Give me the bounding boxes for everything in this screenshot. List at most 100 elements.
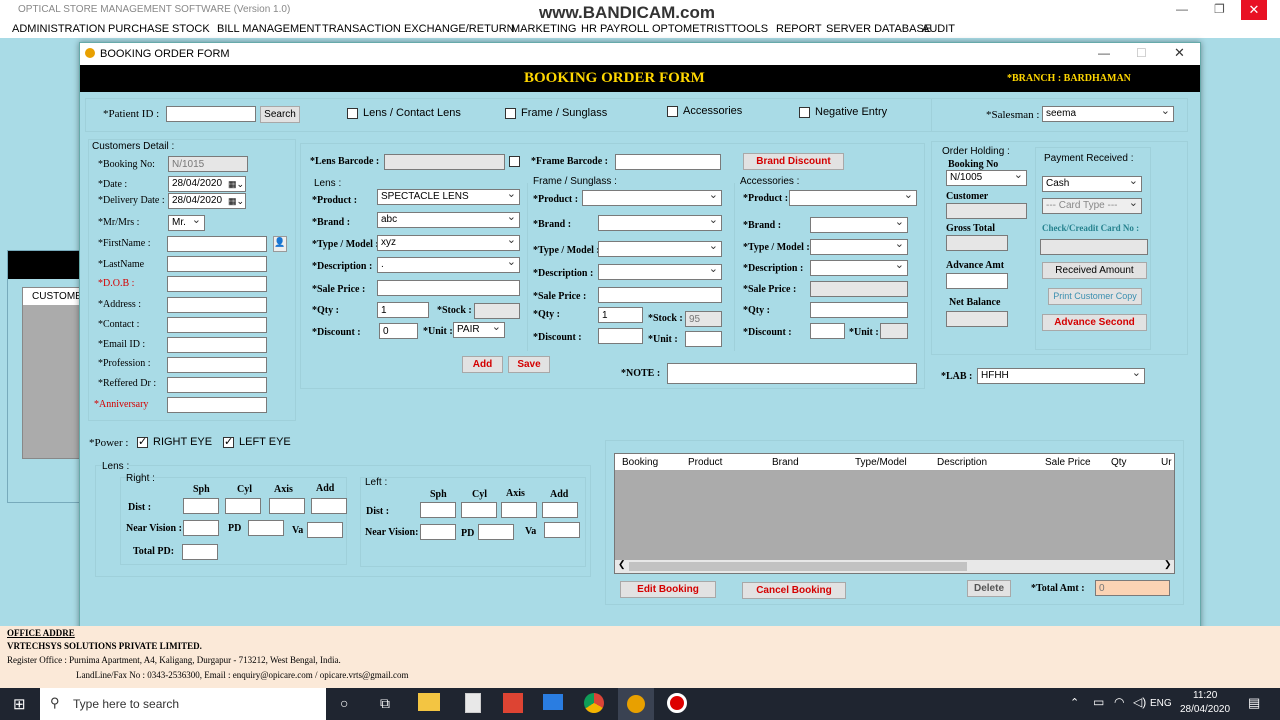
total-amt-input[interactable] (1095, 580, 1170, 596)
person-icon[interactable]: 👤 (273, 236, 287, 252)
menu-server-database[interactable]: SERVER DATABASE (826, 23, 931, 35)
col-brand[interactable]: Brand (772, 457, 799, 468)
frame-product-select[interactable] (582, 190, 722, 206)
col-unit[interactable]: Ur (1161, 457, 1172, 468)
title-select[interactable]: Mr. (168, 215, 205, 231)
tray-arrow-icon[interactable]: ⌃ (1070, 696, 1079, 709)
right-dist-axis-input[interactable] (269, 498, 305, 514)
col-product[interactable]: Product (688, 457, 722, 468)
acc-brand-select[interactable] (810, 217, 908, 233)
acc-desc-select[interactable] (810, 260, 908, 276)
menu-purchase[interactable]: PURCHASE (108, 23, 169, 35)
windows-start-icon[interactable]: ⊞ (13, 695, 26, 713)
card-no-input[interactable] (1040, 239, 1148, 255)
calendar-icon[interactable]: ▦⌄ (228, 177, 244, 191)
menu-transaction[interactable]: TRANSACTION (322, 23, 401, 35)
notification-icon[interactable]: ▤ (1248, 695, 1260, 711)
col-qty[interactable]: Qty (1111, 457, 1127, 468)
col-sale-price[interactable]: Sale Price (1045, 457, 1091, 468)
left-eye-checkbox[interactable] (223, 435, 234, 448)
col-type-model[interactable]: Type/Model (855, 457, 907, 468)
frame-qty-input[interactable] (598, 307, 643, 323)
frame-barcode-input[interactable] (615, 154, 721, 170)
mail-icon[interactable] (543, 694, 563, 710)
acc-qty-input[interactable] (810, 302, 908, 318)
last-name-input[interactable] (167, 256, 267, 272)
col-description[interactable]: Description (937, 457, 987, 468)
frame-price-input[interactable] (598, 287, 722, 303)
menu-administration[interactable]: ADMINISTRATION (12, 23, 105, 35)
left-pd-input[interactable] (478, 524, 514, 540)
profession-input[interactable] (167, 357, 267, 373)
negative-entry-checkbox[interactable] (799, 107, 810, 118)
wifi-icon[interactable]: ◠ (1114, 695, 1124, 709)
frame-model-select[interactable] (598, 241, 722, 257)
file-explorer-icon[interactable] (418, 693, 440, 711)
lens-price-input[interactable] (377, 280, 520, 296)
acc-model-select[interactable] (810, 239, 908, 255)
right-va-input[interactable] (307, 522, 343, 538)
lens-barcode-input[interactable] (384, 154, 505, 170)
advance-second-button[interactable]: Advance Second (1042, 314, 1147, 331)
bandicam-icon[interactable] (667, 693, 687, 713)
lens-discount-input[interactable] (379, 323, 418, 339)
acc-product-select[interactable] (789, 190, 917, 206)
menu-exchange-return[interactable]: EXCHANGE/RETURN (404, 23, 515, 35)
lens-brand-select[interactable]: abc (377, 212, 520, 228)
menu-hr-payroll[interactable]: HR PAYROLL (581, 23, 649, 35)
left-dist-sph-input[interactable] (420, 502, 456, 518)
customer-tab[interactable]: CUSTOMER (23, 288, 89, 305)
dialog-close-icon[interactable]: ✕ (1174, 45, 1185, 61)
clock-time[interactable]: 11:20 (1193, 690, 1217, 701)
menu-marketing[interactable]: MARKETING (511, 23, 576, 35)
lens-qty-input[interactable] (377, 302, 429, 318)
frame-discount-input[interactable] (598, 328, 643, 344)
language-indicator[interactable]: ENG (1150, 698, 1172, 709)
card-type-select[interactable]: --- Card Type --- (1042, 198, 1142, 214)
cancel-booking-button[interactable]: Cancel Booking (742, 582, 846, 599)
menu-tools[interactable]: TOOLS (731, 23, 768, 35)
left-dist-cyl-input[interactable] (461, 502, 497, 518)
minimize-icon[interactable]: — (1176, 2, 1188, 16)
right-near-input[interactable] (183, 520, 219, 536)
delete-button[interactable]: Delete (967, 580, 1011, 597)
acc-discount-input[interactable] (810, 323, 845, 339)
booking-table[interactable]: Booking Product Brand Type/Model Descrip… (614, 453, 1175, 574)
menu-audit[interactable]: AUDIT (922, 23, 955, 35)
dialog-maximize-icon[interactable]: ☐ (1136, 46, 1147, 60)
lens-contact-checkbox[interactable] (347, 108, 358, 119)
calendar-icon[interactable]: ▦⌄ (228, 194, 244, 208)
right-dist-cyl-input[interactable] (225, 498, 261, 514)
menu-optometrist[interactable]: OPTOMETRIST (652, 23, 731, 35)
left-near-input[interactable] (420, 524, 456, 540)
taskbar-search[interactable]: ⚲ Type here to search (40, 688, 326, 720)
acc-price-input[interactable] (810, 281, 908, 297)
salesman-select[interactable]: seema (1042, 106, 1174, 122)
right-dist-add-input[interactable] (311, 498, 347, 514)
left-dist-add-input[interactable] (542, 502, 578, 518)
anniversary-input[interactable] (167, 397, 267, 413)
horizontal-scrollbar[interactable]: ❮ ❯ (615, 559, 1174, 573)
email-input[interactable] (167, 337, 267, 353)
date-picker[interactable]: 28/04/2020 ▦⌄ (168, 176, 246, 192)
menu-stock[interactable]: STOCK (172, 23, 210, 35)
dialog-minimize-icon[interactable]: — (1098, 46, 1110, 60)
task-view-icon[interactable]: ⧉ (380, 695, 390, 712)
contact-input[interactable] (167, 317, 267, 333)
left-dist-axis-input[interactable] (501, 502, 537, 518)
menu-report[interactable]: REPORT (776, 23, 822, 35)
total-pd-input[interactable] (182, 544, 218, 560)
frame-sunglass-checkbox[interactable] (505, 108, 516, 119)
note-input[interactable] (667, 363, 917, 384)
lens-barcode-checkbox[interactable] (509, 156, 520, 167)
search-button[interactable]: Search (260, 106, 300, 123)
advance-amt-input[interactable] (946, 273, 1008, 289)
lab-select[interactable]: HFHH (977, 368, 1145, 384)
frame-unit-input[interactable] (685, 331, 722, 347)
volume-icon[interactable]: ◁) (1133, 695, 1146, 709)
right-dist-sph-input[interactable] (183, 498, 219, 514)
first-name-input[interactable] (167, 236, 267, 252)
right-eye-checkbox[interactable] (137, 435, 148, 448)
lens-model-select[interactable]: xyz (377, 235, 520, 251)
add-button[interactable]: Add (462, 356, 503, 373)
